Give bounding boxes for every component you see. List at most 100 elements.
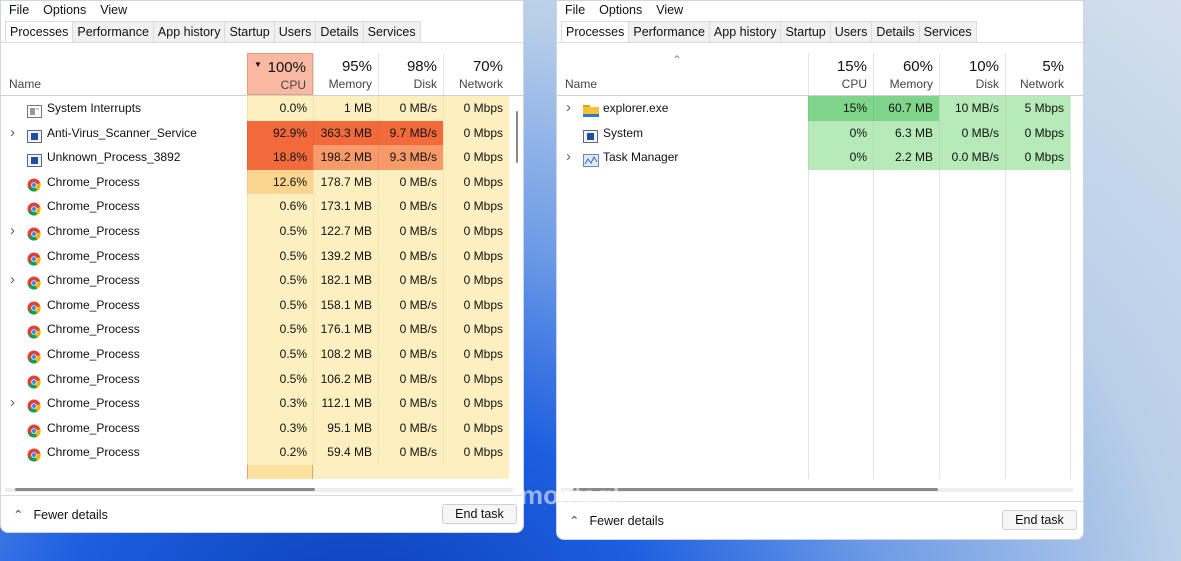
menu-view[interactable]: View bbox=[100, 3, 127, 19]
process-net: 0 Mbps bbox=[443, 218, 509, 244]
fewer-details-button[interactable]: ⌃ Fewer details bbox=[569, 513, 664, 528]
process-row[interactable]: System 0% 6.3 MB 0 MB/s 0 Mbps bbox=[557, 120, 1083, 146]
process-name: Unknown_Process_3892 bbox=[47, 150, 181, 165]
process-mem: 176.1 MB bbox=[313, 317, 378, 342]
process-list: › explorer.exe 15% 60.7 MB 10 MB/s 5 Mbps Syst… bbox=[557, 96, 1083, 479]
process-row[interactable]: Chrome_Process 0.6% 173.1 MB 0 MB/s 0 Mbps bbox=[1, 194, 523, 219]
process-row[interactable]: › Anti-Virus_Scanner_Service 92.9% 363.3 MB… bbox=[1, 120, 523, 146]
tab-app-history[interactable]: App history bbox=[708, 21, 782, 42]
fewer-details-button[interactable]: ⌃ Fewer details bbox=[13, 507, 108, 522]
process-row[interactable]: Chrome_Process 12.6% 178.7 MB 0 MB/s 0 Mbps bbox=[1, 169, 523, 195]
column-header-disk[interactable]: 98% Disk bbox=[378, 53, 443, 95]
process-list: System Interrupts 0.0% 1 MB 0 MB/s 0 Mbps › An… bbox=[1, 96, 523, 479]
fewer-details-label: Fewer details bbox=[589, 514, 664, 528]
scrollbar-thumb[interactable] bbox=[15, 488, 315, 491]
tab-startup[interactable]: Startup bbox=[224, 21, 275, 42]
expand-chevron-icon[interactable]: › bbox=[566, 96, 571, 121]
end-task-button[interactable]: End task bbox=[1002, 510, 1077, 530]
tab-services[interactable]: Services bbox=[918, 21, 977, 42]
chrome-icon bbox=[27, 176, 41, 192]
column-header-net[interactable]: 5% Network bbox=[1005, 53, 1070, 95]
process-row[interactable]: Unknown_Process_3892 18.8% 198.2 MB 9.3 MB/… bbox=[1, 145, 523, 170]
chrome-icon bbox=[27, 373, 41, 389]
tab-bar: Processes Performance App history Startup Us… bbox=[1, 21, 523, 43]
column-header-row: Name 100% ▼ CPU 95% Memory 98% Disk 70% Network bbox=[1, 53, 523, 96]
process-row[interactable]: › explorer.exe 15% 60.7 MB 10 MB/s 5 Mbps bbox=[557, 96, 1083, 121]
process-row[interactable]: › Chrome_Process 0.5% 182.1 MB 0 MB/s 0 Mbps bbox=[1, 268, 523, 293]
column-header-name[interactable]: Name bbox=[565, 77, 597, 91]
menu-options[interactable]: Options bbox=[599, 3, 642, 19]
tab-performance[interactable]: Performance bbox=[628, 21, 710, 42]
tab-processes[interactable]: Processes bbox=[5, 21, 74, 42]
horizontal-scrollbar[interactable] bbox=[5, 488, 513, 492]
tab-services[interactable]: Services bbox=[362, 21, 421, 42]
process-row[interactable]: Chrome_Process 0.2% 59.4 MB 0 MB/s 0 Mbps bbox=[1, 440, 523, 465]
service-icon bbox=[27, 151, 42, 168]
process-mem: 1 MB bbox=[313, 96, 378, 121]
scrollbar-thumb[interactable] bbox=[573, 488, 938, 491]
process-row[interactable]: Chrome_Process 0.5% 158.1 MB 0 MB/s 0 Mbps bbox=[1, 292, 523, 318]
process-row[interactable]: Chrome_Process 0.5% 108.2 MB 0 MB/s 0 Mbps bbox=[1, 341, 523, 367]
process-mem: 363.3 MB bbox=[313, 120, 378, 146]
menu-file[interactable]: File bbox=[9, 3, 29, 19]
tab-app-history[interactable]: App history bbox=[152, 21, 226, 42]
mem-label: Memory bbox=[889, 77, 933, 91]
column-header-net[interactable]: 70% Network bbox=[443, 53, 509, 95]
column-header-disk[interactable]: 10% Disk bbox=[939, 53, 1005, 95]
sort-up-icon: ⌃ bbox=[672, 53, 683, 67]
process-cpu: 12.6% bbox=[247, 169, 313, 195]
column-header-mem[interactable]: 60% Memory bbox=[873, 53, 939, 95]
horizontal-scrollbar[interactable] bbox=[561, 488, 1073, 492]
process-row[interactable]: Chrome_Process 0.3% 95.1 MB 0 MB/s 0 Mbps bbox=[1, 415, 523, 441]
process-row[interactable]: › Chrome_Process 0.5% 122.7 MB 0 MB/s 0 Mbps bbox=[1, 218, 523, 244]
column-header-mem[interactable]: 95% Memory bbox=[313, 53, 378, 95]
vertical-scrollbar[interactable] bbox=[516, 111, 518, 163]
process-cpu: 15% bbox=[808, 96, 873, 121]
process-mem: 112.1 MB bbox=[313, 391, 378, 416]
expand-chevron-icon[interactable]: › bbox=[10, 391, 15, 416]
expand-chevron-icon[interactable]: › bbox=[10, 121, 15, 146]
chevron-up-icon: ⌃ bbox=[13, 508, 24, 522]
end-task-button[interactable]: End task bbox=[442, 504, 517, 524]
process-row[interactable]: Chrome_Process 0.5% 106.2 MB 0 MB/s 0 Mbps bbox=[1, 366, 523, 392]
expand-chevron-icon[interactable]: › bbox=[566, 145, 571, 170]
menu-options[interactable]: Options bbox=[43, 3, 86, 19]
process-name: System bbox=[603, 125, 644, 140]
expand-chevron-icon[interactable]: › bbox=[10, 268, 15, 293]
expand-chevron-icon[interactable]: › bbox=[10, 219, 15, 244]
cpu-label: CPU bbox=[841, 77, 867, 91]
process-row[interactable]: › Task Manager 0% 2.2 MB 0.0 MB/s 0 Mbps bbox=[557, 145, 1083, 170]
process-name: Chrome_Process bbox=[47, 346, 140, 361]
disk-label: Disk bbox=[413, 77, 437, 91]
column-header-cpu[interactable]: 100% ▼ CPU bbox=[247, 53, 313, 95]
process-mem: 95.1 MB bbox=[313, 415, 378, 441]
chrome-icon bbox=[27, 323, 41, 339]
process-disk: 0 MB/s bbox=[378, 317, 443, 342]
menu-view[interactable]: View bbox=[656, 3, 683, 19]
tab-details[interactable]: Details bbox=[315, 21, 364, 42]
column-header-cpu[interactable]: 15% CPU bbox=[808, 53, 873, 95]
process-cpu: 92.9% bbox=[247, 120, 313, 146]
service-icon bbox=[27, 127, 42, 143]
chrome-icon bbox=[27, 348, 41, 364]
process-row[interactable]: Chrome_Process 0.5% 139.2 MB 0 MB/s 0 Mbps bbox=[1, 243, 523, 269]
tab-startup[interactable]: Startup bbox=[780, 21, 831, 42]
process-cpu: 0.3% bbox=[247, 391, 313, 416]
column-header-row: Name ⌃ 15% CPU 60% Memory 10% Disk 5% Network bbox=[557, 53, 1083, 96]
process-row[interactable]: System Interrupts 0.0% 1 MB 0 MB/s 0 Mbps bbox=[1, 96, 523, 121]
process-row[interactable]: › Chrome_Process 0.3% 112.1 MB 0 MB/s 0 Mbps bbox=[1, 391, 523, 416]
tab-users[interactable]: Users bbox=[273, 21, 317, 42]
process-disk: 0 MB/s bbox=[378, 366, 443, 392]
column-header-name[interactable]: Name bbox=[9, 77, 41, 91]
process-net: 0 Mbps bbox=[443, 415, 509, 441]
tab-users[interactable]: Users bbox=[829, 21, 873, 42]
tab-performance[interactable]: Performance bbox=[72, 21, 154, 42]
menu-file[interactable]: File bbox=[565, 3, 585, 19]
process-row[interactable]: Chrome_Process 0.5% 176.1 MB 0 MB/s 0 Mbps bbox=[1, 317, 523, 342]
tab-details[interactable]: Details bbox=[871, 21, 920, 42]
process-net: 0 Mbps bbox=[443, 268, 509, 293]
tab-processes[interactable]: Processes bbox=[561, 21, 630, 42]
process-cpu: 0.5% bbox=[247, 268, 313, 293]
cpu-total-percent: 15% bbox=[836, 58, 867, 75]
mem-total-percent: 95% bbox=[341, 58, 372, 75]
